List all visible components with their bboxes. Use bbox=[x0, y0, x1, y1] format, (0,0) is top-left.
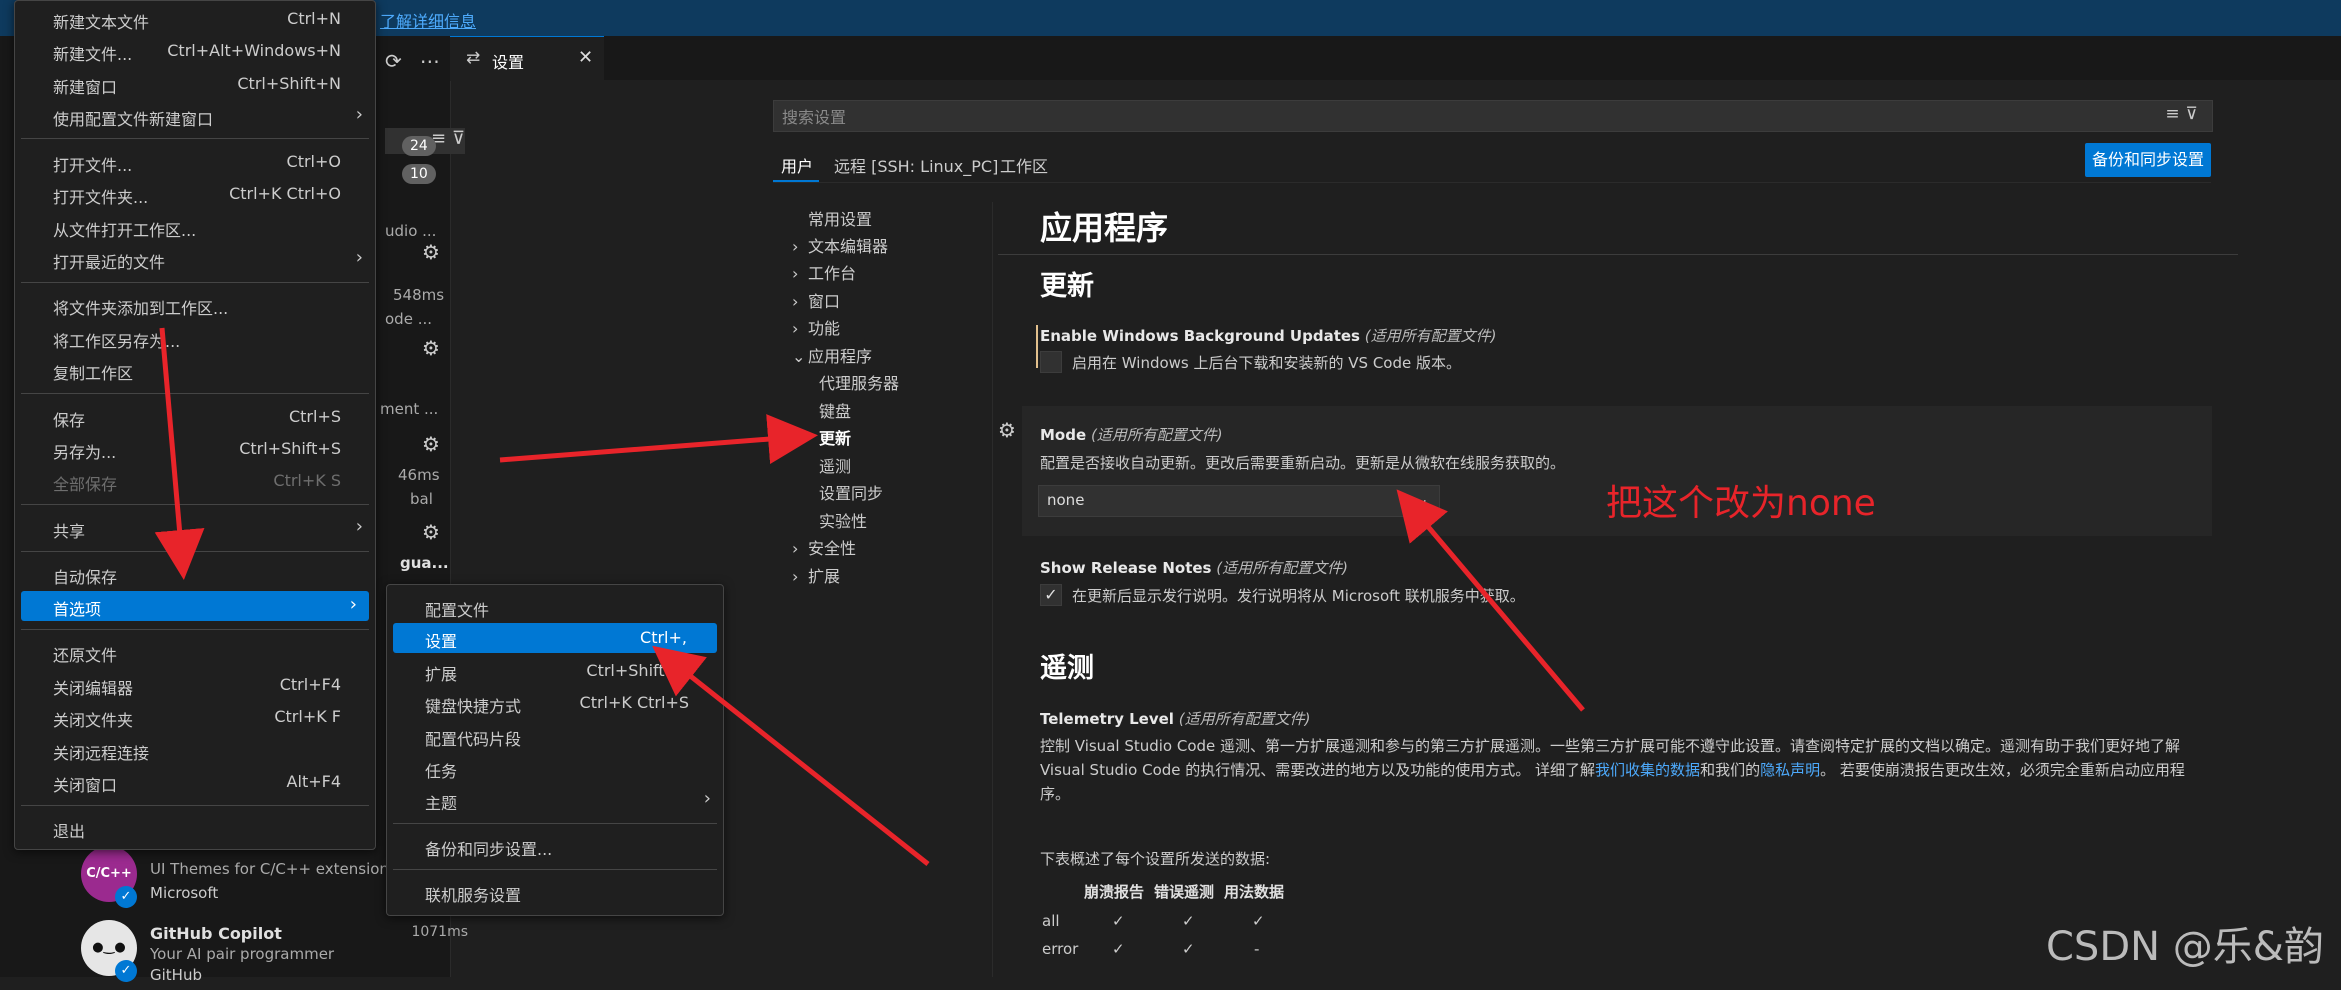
arrow-to-update bbox=[499, 414, 818, 465]
annotation-arrows bbox=[154, 327, 1585, 866]
arrow-to-mode bbox=[1396, 489, 1585, 712]
arrow-to-preferences bbox=[154, 327, 205, 580]
arrow-to-settings bbox=[652, 645, 930, 866]
